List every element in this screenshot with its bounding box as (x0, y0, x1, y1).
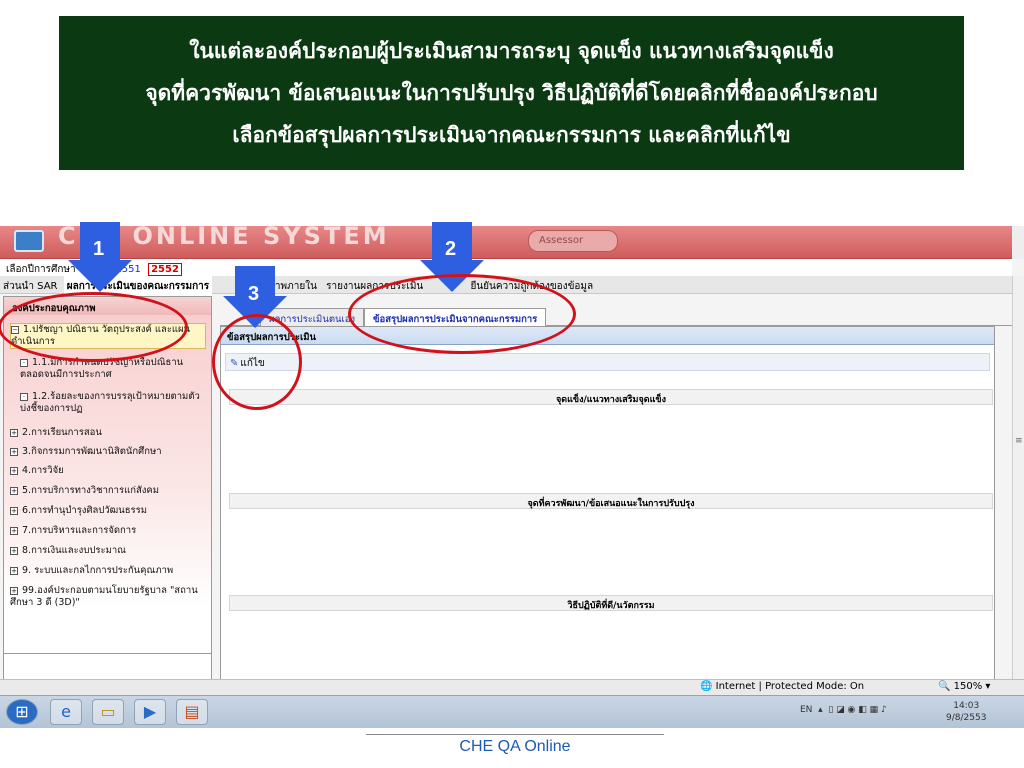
clock[interactable]: 14:03 9/8/2553 (946, 700, 986, 724)
sidebar-item-9[interactable]: +9. ระบบและกลไกการประกันคุณภาพ (10, 565, 206, 577)
footer-caption: CHE QA Online (459, 738, 571, 755)
tab-sar-intro[interactable]: ส่วนนำ SAR (0, 276, 61, 297)
expand-icon[interactable]: + (10, 466, 18, 475)
sidebar-item-3[interactable]: +3.กิจกรรมการพัฒนานิสิตนักศึกษา (10, 446, 206, 458)
expand-icon[interactable]: + (10, 586, 18, 595)
expand-icon[interactable]: + (10, 428, 18, 437)
app-logo-icon (14, 230, 44, 252)
expand-icon[interactable]: + (10, 566, 18, 575)
media-player-icon[interactable]: ▶ (134, 699, 166, 725)
sidebar-item-99[interactable]: +99.องค์ประกอบตามนโยบายรัฐบาล "สถานศึกษา… (10, 585, 206, 609)
banner-line-3: เลือกข้อสรุปผลการประเมินจากคณะกรรมการ แล… (232, 122, 791, 147)
callout-number-3: 3 (248, 283, 260, 305)
sidebar-item-1-2[interactable]: · 1.2.ร้อยละของการบรรลุเป้าหมายตามตัวบ่งช… (20, 391, 206, 415)
sidebar-item-2[interactable]: +2.การเรียนการสอน (10, 427, 206, 439)
scrollbar-top[interactable] (1012, 226, 1024, 259)
edit-button[interactable]: ✎ แก้ไข (225, 353, 990, 371)
summary-panel: ข้อสรุปผลการประเมิน ✎ แก้ไข จุดแข็ง/แนวทา… (220, 326, 995, 680)
zoom-level[interactable]: 🔍 150% ▾ (938, 681, 990, 692)
presentation-icon[interactable]: ▤ (176, 699, 208, 725)
security-zone: 🌐 Internet | Protected Mode: On (700, 681, 865, 692)
sidebar-item-5[interactable]: +5.การบริการทางวิชาการแก่สังคม (10, 485, 206, 497)
sidebar-item-6[interactable]: +6.การทำนุบำรุงศิลปวัฒนธรรม (10, 505, 206, 517)
status-bar: 🌐 Internet | Protected Mode: On 🔍 150% ▾ (0, 679, 1024, 695)
year-label: เลือกปีการศึกษา (6, 264, 76, 275)
ie-browser-icon[interactable]: e (50, 699, 82, 725)
leaf-icon: · (20, 358, 28, 367)
sidebar-item-7[interactable]: +7.การบริหารและการจัดการ (10, 525, 206, 537)
start-icon[interactable]: ⊞ (6, 699, 38, 725)
expand-icon[interactable]: + (10, 447, 18, 456)
taskbar: ⊞ e ▭ ▶ ▤ EN ▴ ▯ ◪ ◉ ◧ ▦ ♪ 14:03 9/8/255… (0, 695, 1024, 728)
sidebar-item-4[interactable]: +4.การวิจัย (10, 465, 206, 477)
callout-number-1: 1 (93, 238, 105, 260)
year-selector: เลือกปีการศึกษา 2550 2551 2552 (0, 259, 1012, 276)
panel-header: ข้อสรุปผลการประเมิน (221, 327, 994, 345)
banner-line-2: จุดที่ควรพัฒนา ข้อเสนอแนะในการปรับปรุง ว… (145, 80, 878, 105)
banner-line-1: ในแต่ละองค์ประกอบผู้ประเมินสามารถระบุ จุ… (189, 38, 834, 63)
app-header: CHE ONLINE SYSTEM Assessor (0, 226, 1012, 259)
expand-icon[interactable]: + (10, 506, 18, 515)
sidebar-item-8[interactable]: +8.การเงินและงบประมาณ (10, 545, 206, 557)
scroll-grip-icon: ≡ (1015, 436, 1023, 446)
year-link-selected[interactable]: 2552 (148, 263, 182, 276)
system-tray: EN ▴ ▯ ◪ ◉ ◧ ▦ ♪ (800, 705, 887, 715)
callout-ring-2 (348, 274, 576, 354)
callout-ring-1 (0, 292, 188, 362)
sidebar-footer (4, 653, 211, 679)
section-best-practices: วิธีปฏิบัติที่ดี/นวัตกรรม (229, 595, 993, 611)
expand-icon[interactable]: + (10, 486, 18, 495)
folder-icon[interactable]: ▭ (92, 699, 124, 725)
section-strengths: จุดแข็ง/แนวทางเสริมจุดแข็ง (229, 389, 993, 405)
callout-arrowhead-1 (68, 260, 132, 292)
instruction-banner: ในแต่ละองค์ประกอบผู้ประเมินสามารถระบุ จุ… (59, 16, 964, 170)
expand-icon[interactable]: + (10, 526, 18, 535)
section-improvements: จุดที่ควรพัฒนา/ข้อเสนอแนะในการปรับปรุง (229, 493, 993, 509)
subtabs: ผลการประเมินตนเอง ข้อสรุปผลการประเมินจาก… (220, 306, 1015, 326)
leaf-icon: · (20, 392, 28, 401)
expand-icon[interactable]: + (10, 546, 18, 555)
callout-ring-3 (212, 314, 302, 410)
footer-divider (366, 734, 664, 735)
assessor-badge[interactable]: Assessor (528, 230, 618, 252)
slide: ในแต่ละองค์ประกอบผู้ประเมินสามารถระบุ จุ… (0, 0, 1024, 768)
vertical-scrollbar[interactable]: ≡ (1012, 276, 1024, 680)
callout-number-2: 2 (445, 238, 457, 260)
